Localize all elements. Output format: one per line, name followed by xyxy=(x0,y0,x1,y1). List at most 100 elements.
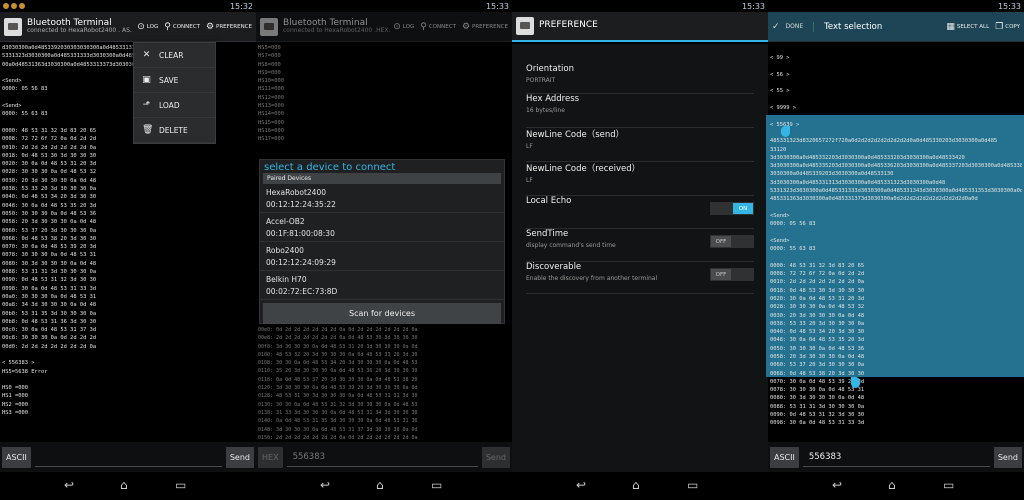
log-button[interactable]: ⊙ LOG xyxy=(393,22,414,32)
status-bar: 15:33 xyxy=(512,0,768,12)
recents-icon[interactable]: ▭ xyxy=(687,478,698,492)
terminal-line: 0088: 53 31 31 3d 30 30 30 0a xyxy=(770,403,865,410)
scan-button[interactable]: Scan for devices xyxy=(263,303,501,324)
terminal-line: 0018: 0d 48 53 30 3d 30 30 30 xyxy=(770,287,865,294)
preference-toggle[interactable]: OFF xyxy=(710,268,754,281)
preference-item[interactable]: NewLine Code（send） LF xyxy=(526,128,754,162)
back-icon[interactable]: ↩ xyxy=(64,478,74,492)
preference-label: Hex Address xyxy=(526,94,580,104)
clock: 15:32 xyxy=(229,1,253,11)
preference-toggle[interactable]: OFF xyxy=(710,235,754,248)
terminal-line: 0060: 53 37 20 3d 30 30 30 0a xyxy=(770,362,865,369)
terminal-output[interactable]: < 99 > < 56 > < 55 > < 9999 > < 55639 > … xyxy=(770,46,1022,440)
contextual-action-bar: ✓ DONE Text selection ▦ SELECT ALL ❐ COPY xyxy=(768,12,1024,42)
send-button[interactable]: Send xyxy=(481,446,510,468)
preference-item[interactable]: NewLine Code（received） LF xyxy=(526,162,754,196)
clock: 15:33 xyxy=(741,1,765,11)
preference-button[interactable]: ⚙ PREFERENCE xyxy=(462,22,508,32)
mode-button[interactable]: HEX xyxy=(258,446,283,468)
terminal-line: 0078: 30 30 30 0a 0d 48 53 31 xyxy=(770,387,865,394)
send-button[interactable]: Send xyxy=(993,446,1022,468)
home-icon[interactable]: ⌂ xyxy=(888,478,896,492)
terminal-line: 0028: 30 30 30 0a 0d 48 53 32 xyxy=(770,304,865,311)
toggle-state: OFF xyxy=(711,236,731,247)
device-item[interactable]: HexaRobot2400 00:12:12:24:35:22 xyxy=(260,184,504,213)
preference-summary: 16 bytes/line xyxy=(526,107,565,114)
preference-panel: 15:33 PREFERENCE Orientation PORTRAIT Hex … xyxy=(512,0,768,472)
terminal-line: <Send> xyxy=(770,237,790,244)
back-icon[interactable]: ↩ xyxy=(576,478,586,492)
terminal-line: 0038: 53 33 20 3d 30 30 30 0a xyxy=(2,186,97,193)
terminal-line: HS14=000 xyxy=(258,111,284,118)
done-button[interactable]: ✓ DONE xyxy=(772,21,815,32)
connection-subtitle: connected to HexaRobot2400 .HEX. xyxy=(283,27,391,35)
connect-button[interactable]: ⚲ CONNECT xyxy=(420,22,456,32)
recents-icon[interactable]: ▭ xyxy=(431,478,442,492)
back-icon[interactable]: ↩ xyxy=(320,478,330,492)
connect-button[interactable]: ⚲ CONNECT xyxy=(164,22,200,32)
menu-item-load[interactable]: ⬏ LOAD xyxy=(134,93,215,118)
terminal-line: HS9=000 xyxy=(258,69,281,76)
home-icon[interactable]: ⌂ xyxy=(632,478,640,492)
selection-end-handle[interactable] xyxy=(851,377,860,388)
preference-item[interactable]: Discoverable Enable the discovery from an… xyxy=(526,262,754,294)
terminal-line: 0020: 30 0a 0d 48 53 31 20 3d xyxy=(2,161,97,168)
menu-item-clear[interactable]: ✕ CLEAR xyxy=(134,43,215,68)
preference-item[interactable]: Hex Address 16 bytes/line xyxy=(526,94,754,128)
device-item[interactable]: Belkin H70 00:02:72:EC:73:8D xyxy=(260,271,504,300)
preference-toggle[interactable]: ON xyxy=(710,202,754,215)
bottom-bar: ASCII 556383 Send xyxy=(768,442,1024,472)
terminal-output[interactable]: HS5=000 HS7=000 HS8=000 HS9=000 HS10=000 HS11… xyxy=(258,44,510,159)
recents-icon[interactable]: ▭ xyxy=(943,478,954,492)
recents-icon[interactable]: ▭ xyxy=(175,478,186,492)
home-icon[interactable]: ⌂ xyxy=(376,478,384,492)
notification-icon xyxy=(19,3,25,9)
terminal-line: 0020: 30 0a 0d 48 53 31 20 3d xyxy=(770,295,865,302)
log-button[interactable]: ⊙ LOG xyxy=(137,22,158,32)
terminal-line: <Send> xyxy=(770,212,790,219)
terminal-line: HS1 =000 xyxy=(2,393,28,400)
bottom-bar: HEX 556383 Send xyxy=(256,442,512,472)
device-item[interactable]: Robo2400 00:12:12:24:09:29 xyxy=(260,242,504,271)
terminal-line: < 99 > xyxy=(770,55,790,62)
terminal-output-hex[interactable]: 00e0: 0d 2d 2d 2d 2d 2d 2d 0a 0d 2d 2d 2… xyxy=(258,326,510,440)
back-icon[interactable]: ↩ xyxy=(832,478,842,492)
text-selection-panel: 15:33 ✓ DONE Text selection ▦ SELECT ALL ❐… xyxy=(768,0,1024,472)
send-button[interactable]: Send xyxy=(225,446,254,468)
terminal-line: < 9999 > xyxy=(770,105,796,112)
device-mac: 00:12:12:24:35:22 xyxy=(266,199,336,209)
copy-button[interactable]: ❐ COPY xyxy=(995,22,1020,32)
copy-icon: ❐ xyxy=(995,21,1004,32)
home-icon[interactable]: ⌂ xyxy=(120,478,128,492)
menu-item-delete[interactable]: 🗑 DELETE xyxy=(134,118,215,143)
search-icon: ⚲ xyxy=(420,21,427,32)
preference-item[interactable]: Orientation PORTRAIT xyxy=(526,64,754,94)
terminal-line: 3d3030300a0d485331313d3030300a0d48533132… xyxy=(770,179,946,186)
terminal-line: 0098: 30 0a 0d 48 53 31 33 3d xyxy=(2,285,97,292)
device-item[interactable]: Accel-OB2 00:1F:81:00:08:30 xyxy=(260,213,504,242)
terminal-line: 0090: 0d 48 53 31 32 3d 30 30 xyxy=(770,412,865,419)
page-title: PREFERENCE xyxy=(539,20,598,31)
preference-item[interactable]: Local Echo ON xyxy=(526,196,754,229)
device-name: Accel-OB2 xyxy=(266,217,305,226)
mode-button[interactable]: ASCII xyxy=(2,446,31,468)
preference-item[interactable]: SendTime display command's send time OFF xyxy=(526,229,754,262)
command-input[interactable]: 556383 xyxy=(802,447,990,467)
load-icon: ⬏ xyxy=(142,100,151,110)
preference-button[interactable]: ⚙ PREFERENCE xyxy=(206,22,252,32)
command-input[interactable]: 556383 xyxy=(286,447,478,467)
menu-item-save[interactable]: ▣ SAVE xyxy=(134,68,215,93)
mode-button[interactable]: ASCII xyxy=(770,446,799,468)
terminal-line: 00b0: 53 31 35 3d 30 30 30 0a xyxy=(2,310,97,317)
terminal-output[interactable]: d3030300a0d4853392030303030300a0d4853313… xyxy=(2,44,254,440)
action-bar: Bluetooth Terminal connected to HexaRobot… xyxy=(256,12,512,42)
command-input[interactable] xyxy=(34,447,222,467)
selection-start-handle[interactable] xyxy=(781,126,790,137)
select-all-button[interactable]: ▦ SELECT ALL xyxy=(946,22,989,32)
